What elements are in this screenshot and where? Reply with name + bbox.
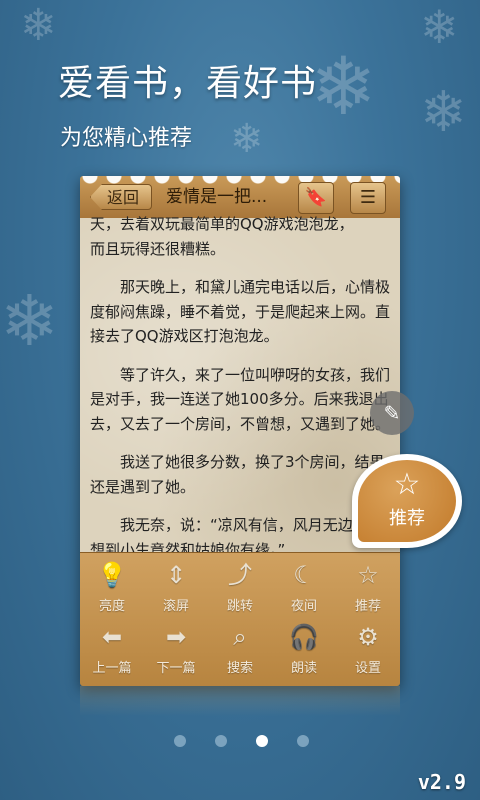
gear-icon: ⚙ — [357, 623, 379, 651]
snowflake-icon: ❄ — [310, 40, 378, 133]
toolbar-moon-button[interactable]: ☾ 夜间 — [272, 559, 336, 614]
page-dot[interactable] — [297, 735, 309, 747]
paragraph: 天，去着双玩最简单的QQ游戏泡泡龙， — [90, 215, 354, 233]
arrow-right-icon: ➡ — [165, 623, 187, 651]
scroll-icon: ⇕ — [165, 561, 187, 589]
bookmark-button[interactable]: 🔖 — [298, 182, 334, 214]
toolbar-label: 设置 — [354, 661, 381, 676]
snowflake-icon: ❄ — [0, 280, 59, 362]
toolbar-scroll-button[interactable]: ⇕ 滚屏 — [144, 559, 208, 614]
recommend-bubble-body: ☆ 推荐 — [358, 460, 456, 542]
list-icon: ☰ — [359, 187, 377, 208]
toolbar-label: 滚屏 — [162, 599, 189, 614]
version-label: v2.9 — [417, 770, 466, 794]
page-dot[interactable] — [256, 735, 268, 747]
arrow-left-icon: ⬅ — [101, 623, 123, 651]
bookmark-icon: 🔖 — [304, 187, 328, 208]
toolbar-label: 朗读 — [290, 661, 317, 676]
star-icon: ☆ — [357, 561, 379, 589]
back-button[interactable]: 返回 — [90, 184, 152, 210]
paragraph: 等了许久，来了一位叫咿呀的女孩，我们是对手，我一连送了她100多分。后来我退出去… — [90, 365, 391, 433]
page-dot[interactable] — [215, 735, 227, 747]
toolbar-label: 推荐 — [354, 599, 381, 614]
headline: 爱看书，看好书 — [58, 63, 318, 104]
toolbar-arrow-right-button[interactable]: ➡ 下一篇 — [144, 621, 208, 676]
subline: 为您精心推荐 — [60, 126, 193, 151]
toolbar-bulb-button[interactable]: 💡 亮度 — [80, 559, 144, 614]
edit-button[interactable]: ✎ — [370, 391, 414, 435]
toolbar-gear-button[interactable]: ⚙ 设置 — [336, 621, 400, 676]
page-dot[interactable] — [174, 735, 186, 747]
toolbar-star-button[interactable]: ☆ 推荐 — [336, 559, 400, 614]
star-icon: ☆ — [393, 467, 421, 502]
toolbar-label: 搜索 — [226, 661, 253, 676]
toolbar-jump-button[interactable]: ⤴ 跳转 — [208, 559, 272, 614]
phone-reflection — [80, 686, 400, 716]
jump-icon: ⤴ — [228, 561, 252, 589]
snowflake-icon: ❄ — [230, 116, 264, 162]
recommend-button[interactable]: ☆ 推荐 — [352, 454, 462, 548]
paragraph: 那天晚上，和黛儿通完电话以后，心情极度郁闷焦躁，睡不着觉，于是爬起来上网。直接去… — [90, 278, 391, 345]
book-title: 爱情是一把... — [166, 187, 268, 207]
page-indicator — [0, 735, 480, 749]
paragraph: 而且玩得还很糟糕。 — [90, 239, 226, 258]
reader-toolbar: 💡 亮度 ⇕ 滚屏 ⤴ 跳转 ☾ 夜间 ☆ 推荐 ⬅ 上一篇 ➡ 下一篇 ⌕ 搜索 🎧 朗读 ⚙ 设置 — [80, 552, 400, 686]
snowflake-icon: ❄ — [420, 0, 459, 54]
toolbar-label: 跳转 — [226, 599, 253, 614]
toolbar-label: 夜间 — [290, 599, 317, 614]
toolbar-label: 下一篇 — [156, 661, 196, 676]
toolbar-search-button[interactable]: ⌕ 搜索 — [208, 621, 272, 676]
toolbar-label: 上一篇 — [92, 661, 132, 676]
recommend-label: 推荐 — [389, 508, 425, 529]
toolbar-headphones-button[interactable]: 🎧 朗读 — [272, 621, 336, 676]
snowflake-icon: ❄ — [420, 80, 467, 145]
pencil-icon: ✎ — [383, 401, 401, 425]
headphones-icon: 🎧 — [289, 623, 319, 651]
toolbar-label: 亮度 — [98, 599, 125, 614]
toolbar-arrow-left-button[interactable]: ⬅ 上一篇 — [80, 621, 144, 676]
moon-icon: ☾ — [293, 561, 315, 589]
snowflake-icon: ❄ — [20, 0, 57, 51]
bulb-icon: 💡 — [97, 561, 127, 589]
menu-button[interactable]: ☰ — [350, 182, 386, 214]
reader-preview: 返回 爱情是一把... 🔖 ☰ 天，去着双玩最简单的QQ游戏泡泡龙， 而且玩得还很… — [80, 176, 400, 686]
search-icon: ⌕ — [233, 623, 247, 651]
